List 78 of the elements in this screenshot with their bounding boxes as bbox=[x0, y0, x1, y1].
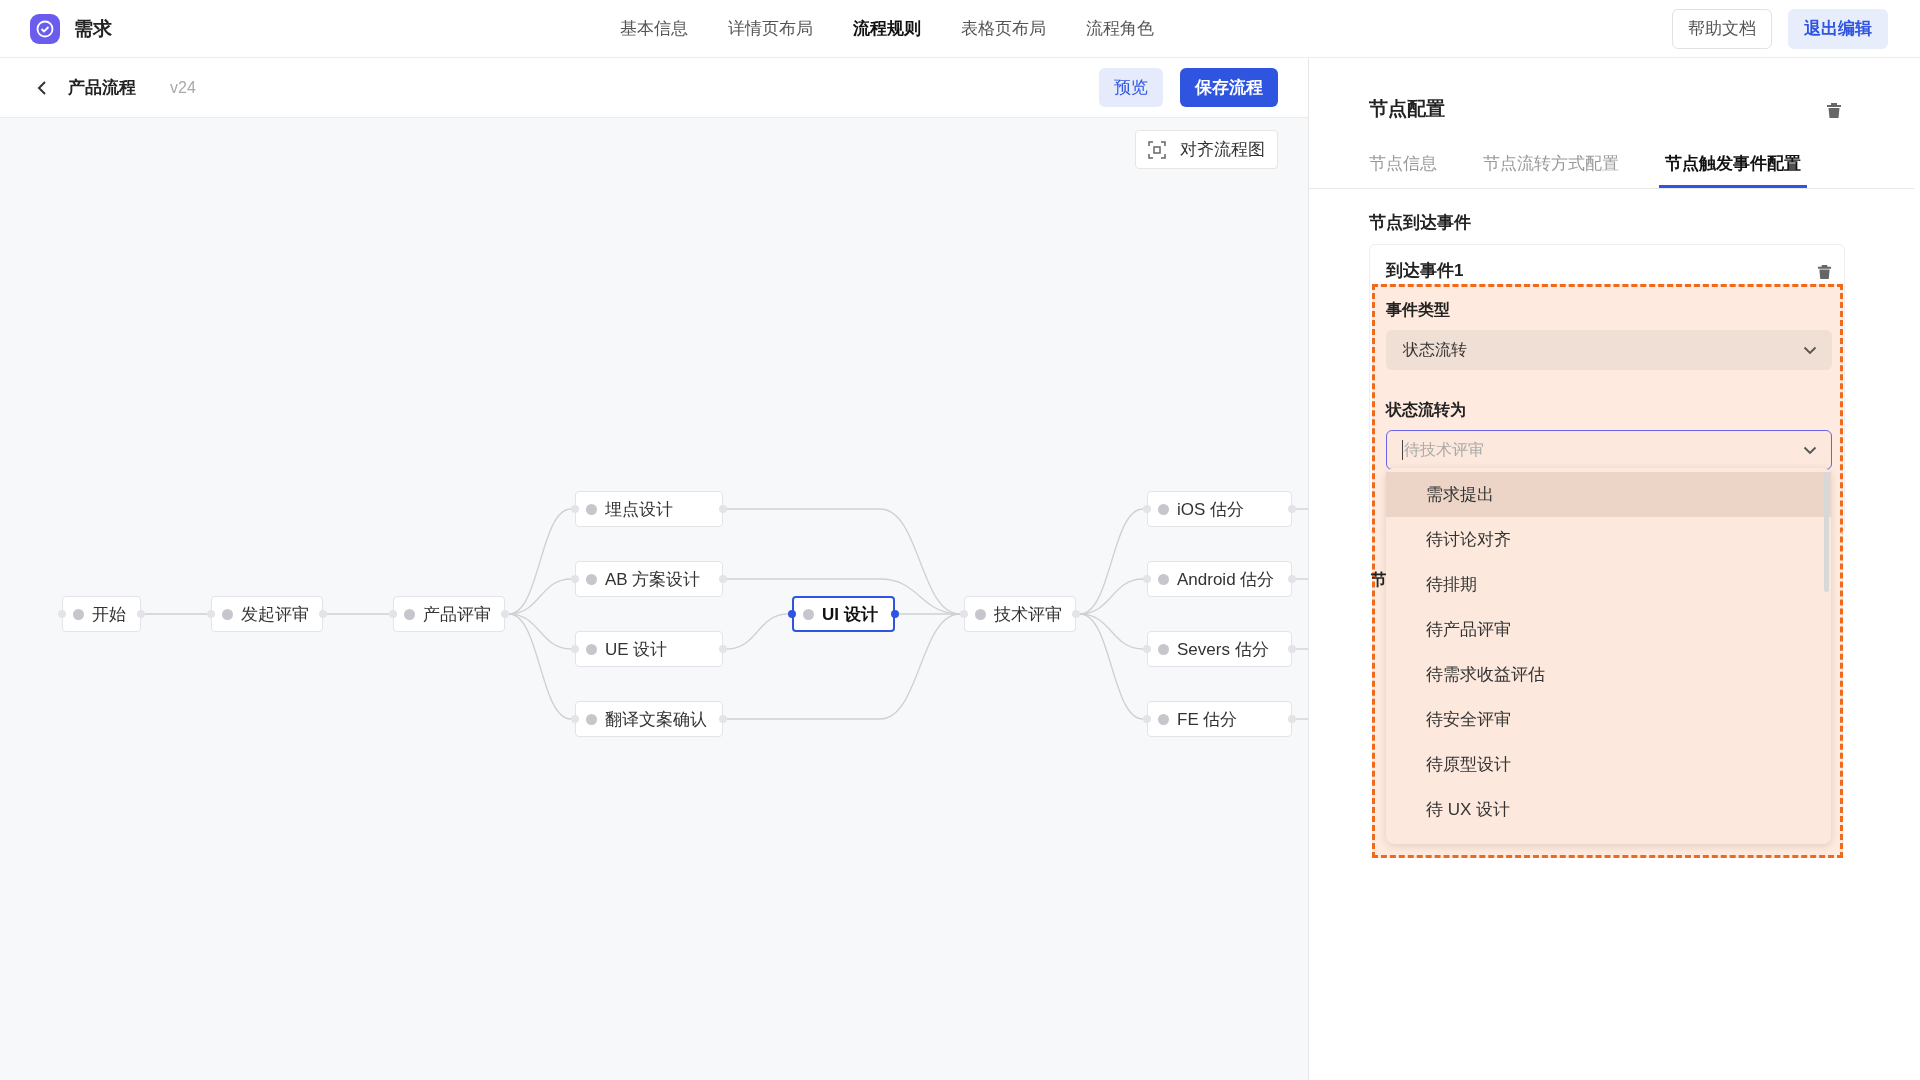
dropdown-option[interactable]: 待需求收益评估 bbox=[1386, 652, 1831, 697]
select-field[interactable]: 待技术评审 bbox=[1386, 430, 1832, 470]
nav-tab[interactable]: 表格页布局 bbox=[961, 17, 1046, 40]
port-handle[interactable] bbox=[389, 610, 397, 618]
select-field[interactable]: 状态流转 bbox=[1386, 330, 1832, 370]
chevron-down-icon bbox=[1803, 345, 1817, 355]
app-title: 需求 bbox=[74, 16, 112, 41]
section-title: 节点到达事件 bbox=[1369, 212, 1472, 234]
align-button[interactable]: 对齐流程图 bbox=[1135, 130, 1278, 169]
flow-node[interactable]: 开始 bbox=[62, 596, 141, 632]
panel-tab[interactable]: 节点触发事件配置 bbox=[1659, 144, 1807, 188]
port-handle[interactable] bbox=[1143, 645, 1151, 653]
save-button[interactable]: 保存流程 bbox=[1180, 68, 1278, 107]
version-label: v24 bbox=[170, 78, 196, 97]
flow-node[interactable]: Severs 估分 bbox=[1147, 631, 1292, 667]
exit-edit-button[interactable]: 退出编辑 bbox=[1788, 8, 1888, 49]
port-handle[interactable] bbox=[719, 715, 727, 723]
port-handle[interactable] bbox=[137, 610, 145, 618]
back-icon[interactable] bbox=[36, 79, 48, 96]
nav-tab[interactable]: 流程规则 bbox=[853, 17, 921, 40]
trash-icon[interactable] bbox=[1826, 100, 1842, 118]
port-handle[interactable] bbox=[1288, 505, 1296, 513]
port-handle[interactable] bbox=[1288, 715, 1296, 723]
flow-node[interactable]: 翻译文案确认 bbox=[575, 701, 723, 737]
logo-icon bbox=[30, 13, 60, 44]
port-handle[interactable] bbox=[891, 610, 899, 618]
panel-title: 节点配置 bbox=[1369, 97, 1445, 121]
dropdown-option[interactable]: 待讨论对齐 bbox=[1386, 517, 1831, 562]
nav-tab[interactable]: 流程角色 bbox=[1086, 17, 1154, 40]
port-handle[interactable] bbox=[1143, 715, 1151, 723]
preview-button[interactable]: 预览 bbox=[1099, 68, 1163, 107]
port-handle[interactable] bbox=[501, 610, 509, 618]
focus-frame-icon bbox=[1148, 140, 1166, 159]
port-handle[interactable] bbox=[719, 575, 727, 583]
port-handle[interactable] bbox=[960, 610, 968, 618]
port-handle[interactable] bbox=[788, 610, 796, 618]
event-title: 到达事件1 bbox=[1386, 260, 1464, 282]
flow-node[interactable]: 技术评审 bbox=[964, 596, 1076, 632]
nav-tab[interactable]: 详情页布局 bbox=[728, 17, 813, 40]
port-handle[interactable] bbox=[571, 575, 579, 583]
port-handle[interactable] bbox=[571, 715, 579, 723]
port-handle[interactable] bbox=[319, 610, 327, 618]
port-handle[interactable] bbox=[1072, 610, 1080, 618]
dropdown-option[interactable]: 待安全评审 bbox=[1386, 697, 1831, 742]
dropdown-option[interactable]: 待排期 bbox=[1386, 562, 1831, 607]
flow-node[interactable]: UI 设计 bbox=[792, 596, 895, 632]
scrollbar[interactable] bbox=[1824, 472, 1829, 592]
flow-node[interactable]: UE 设计 bbox=[575, 631, 723, 667]
flow-node[interactable]: 产品评审 bbox=[393, 596, 505, 632]
dropdown-option[interactable]: 需求提出 bbox=[1386, 472, 1831, 517]
nav-tab[interactable]: 基本信息 bbox=[620, 17, 688, 40]
dropdown-option[interactable]: 待 UX 设计 bbox=[1386, 787, 1831, 832]
flow-node[interactable]: Android 估分 bbox=[1147, 561, 1292, 597]
flow-node[interactable]: 发起评审 bbox=[211, 596, 323, 632]
section-title: 节 bbox=[1371, 570, 1387, 590]
port-handle[interactable] bbox=[58, 610, 66, 618]
dropdown-option[interactable]: 待产品评审 bbox=[1386, 607, 1831, 652]
port-handle[interactable] bbox=[719, 645, 727, 653]
flow-title: 产品流程 bbox=[68, 77, 136, 99]
port-handle[interactable] bbox=[719, 505, 727, 513]
help-button[interactable]: 帮助文档 bbox=[1672, 8, 1772, 49]
port-handle[interactable] bbox=[571, 645, 579, 653]
port-handle[interactable] bbox=[1143, 575, 1151, 583]
flow-node[interactable]: 埋点设计 bbox=[575, 491, 723, 527]
port-handle[interactable] bbox=[1143, 505, 1151, 513]
port-handle[interactable] bbox=[1288, 575, 1296, 583]
dropdown-option[interactable]: 待原型设计 bbox=[1386, 742, 1831, 787]
status-input[interactable]: 待技术评审 bbox=[1402, 440, 1803, 460]
field-label: 事件类型 bbox=[1386, 300, 1451, 320]
port-handle[interactable] bbox=[571, 505, 579, 513]
flow-node[interactable]: AB 方案设计 bbox=[575, 561, 723, 597]
field-label: 状态流转为 bbox=[1386, 400, 1467, 420]
chevron-down-icon bbox=[1803, 445, 1817, 455]
port-handle[interactable] bbox=[207, 610, 215, 618]
trash-icon[interactable] bbox=[1817, 262, 1832, 279]
port-handle[interactable] bbox=[1288, 645, 1296, 653]
flow-node[interactable]: FE 估分 bbox=[1147, 701, 1292, 737]
flow-node[interactable]: iOS 估分 bbox=[1147, 491, 1292, 527]
